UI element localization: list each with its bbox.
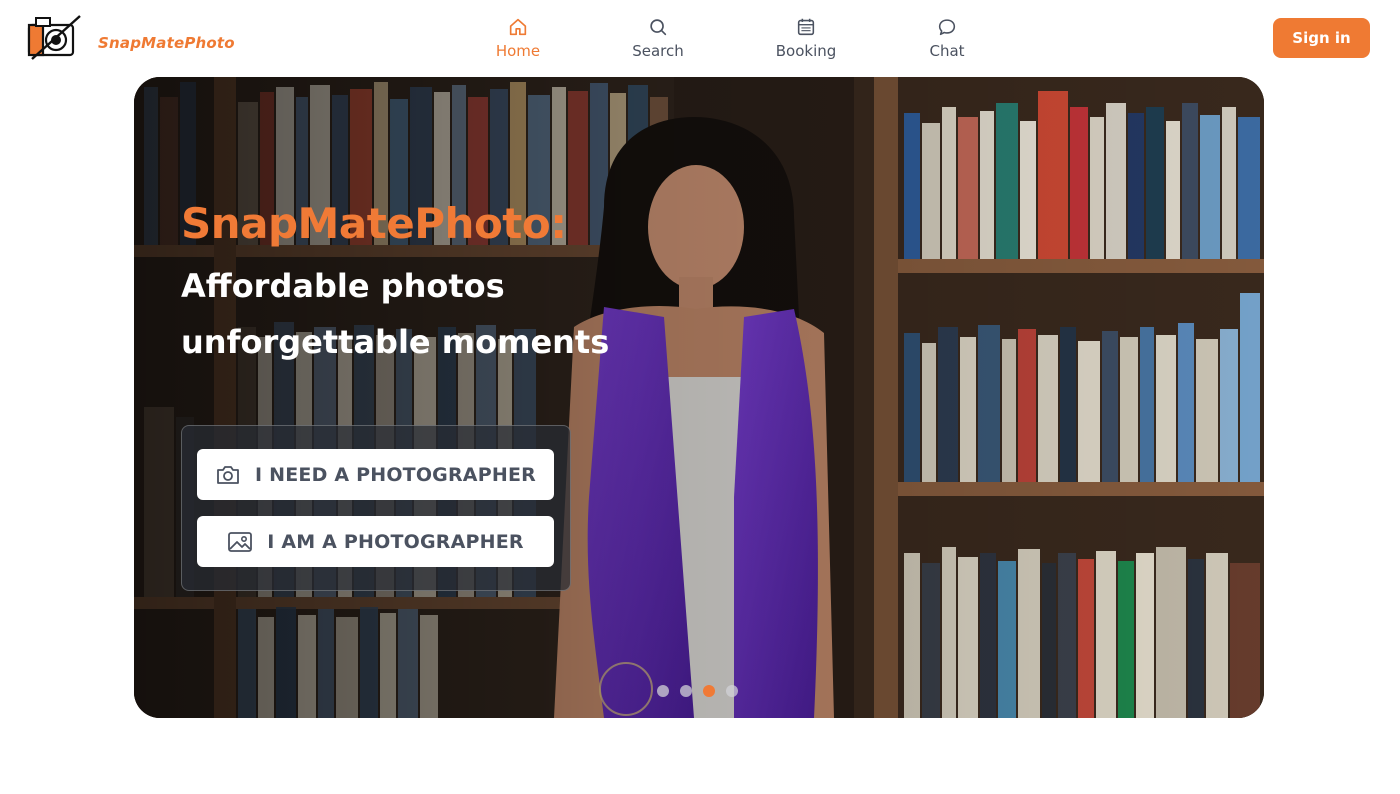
- nav-home[interactable]: Home: [463, 14, 573, 60]
- main-nav: Home Search Booking Chat: [0, 14, 1400, 64]
- hero-title: SnapMatePhoto:: [181, 199, 567, 248]
- nav-search-label: Search: [632, 42, 684, 60]
- cta-panel: I NEED A PHOTOGRAPHER I AM A PHOTOGRAPHE…: [181, 425, 571, 591]
- need-photographer-button[interactable]: I NEED A PHOTOGRAPHER: [197, 449, 554, 500]
- image-icon: [228, 531, 253, 552]
- nav-booking[interactable]: Booking: [751, 14, 861, 60]
- hero-banner: SnapMatePhoto: Affordable photos unforge…: [134, 77, 1264, 718]
- nav-home-label: Home: [495, 42, 541, 60]
- nav-search[interactable]: Search: [603, 14, 713, 60]
- calendar-icon: [797, 18, 815, 36]
- nav-booking-label: Booking: [775, 42, 837, 60]
- carousel-dot-1[interactable]: [657, 685, 669, 697]
- camera-icon: [217, 465, 239, 484]
- carousel-dot-2[interactable]: [680, 685, 692, 697]
- hero-tagline-line2: unforgettable moments: [181, 323, 610, 361]
- need-photographer-label: I NEED A PHOTOGRAPHER: [255, 463, 536, 486]
- top-navigation-bar: SnapMatePhoto Home Search Booking Chat S…: [0, 0, 1400, 76]
- sign-in-button[interactable]: Sign in: [1273, 18, 1370, 58]
- carousel-dot-4[interactable]: [726, 685, 738, 697]
- nav-chat-label: Chat: [929, 42, 965, 60]
- carousel-dot-3[interactable]: [703, 685, 715, 697]
- hero-background-image: [134, 77, 1264, 718]
- carousel-indicators: [657, 685, 738, 697]
- hero-tagline-line1: Affordable photos: [181, 267, 505, 305]
- chat-bubble-icon: [938, 19, 956, 36]
- nav-chat[interactable]: Chat: [892, 14, 1002, 60]
- am-photographer-label: I AM A PHOTOGRAPHER: [267, 530, 524, 553]
- home-icon: [509, 18, 527, 36]
- search-icon: [650, 19, 667, 36]
- am-photographer-button[interactable]: I AM A PHOTOGRAPHER: [197, 516, 554, 567]
